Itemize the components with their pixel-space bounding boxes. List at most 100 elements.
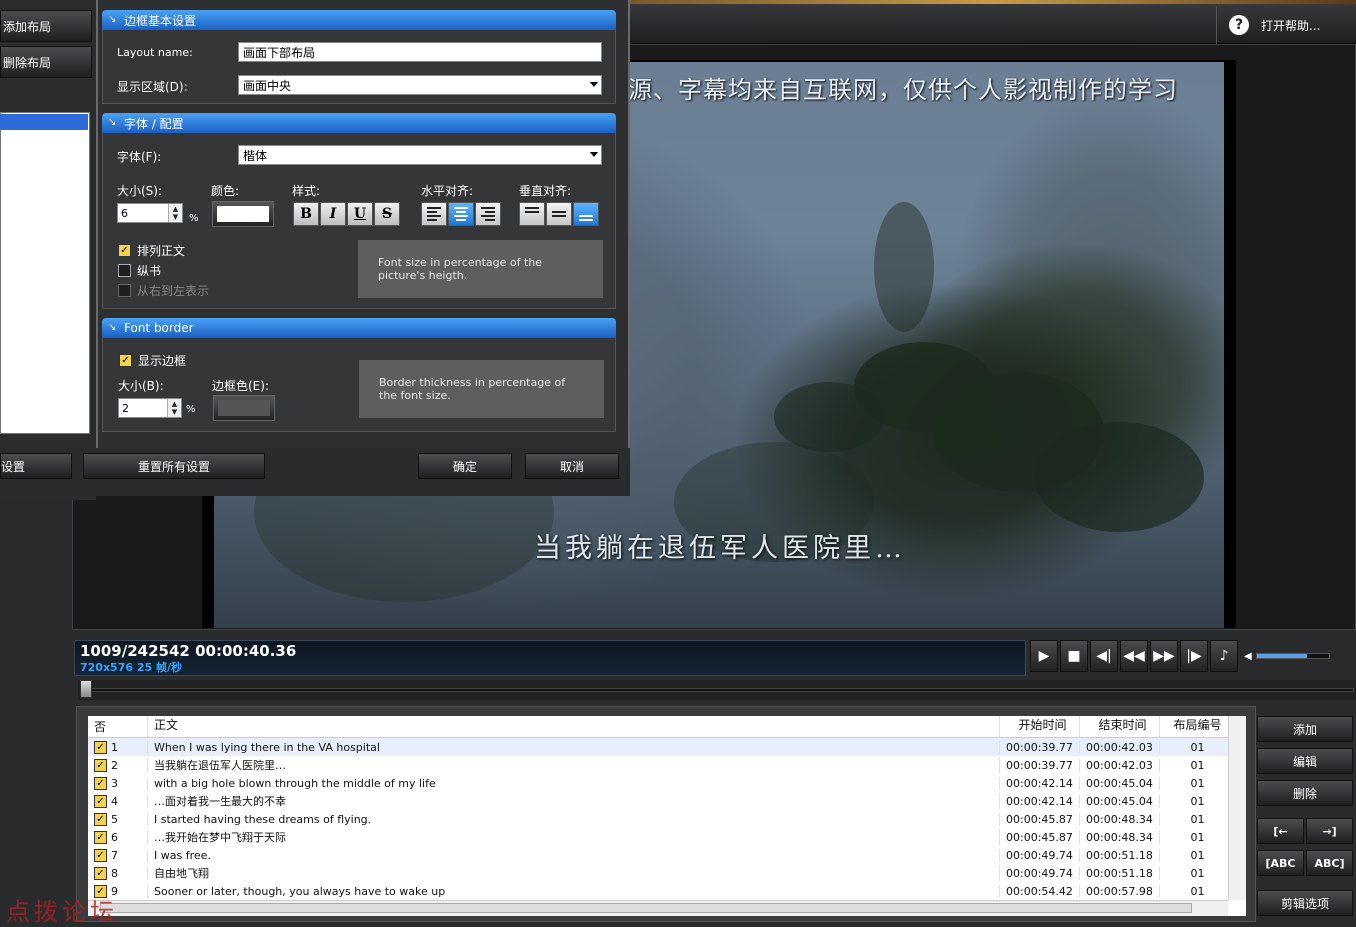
ok-button[interactable]: 确定 bbox=[418, 453, 512, 479]
cancel-button[interactable]: 取消 bbox=[525, 453, 619, 479]
table-row[interactable]: ✓ 5 I started having these dreams of flyin… bbox=[88, 810, 1246, 828]
row-checkbox[interactable]: ✓ bbox=[94, 812, 107, 826]
abc-left-button[interactable]: [ABC bbox=[1257, 850, 1304, 876]
align-center-icon[interactable] bbox=[448, 202, 474, 226]
col-header-no[interactable]: 否 bbox=[88, 716, 148, 737]
collapse-arrow-icon[interactable]: ↘ bbox=[108, 118, 118, 128]
row-start-time: 00:00:45.87 bbox=[1000, 830, 1080, 844]
stop-icon[interactable]: ■ bbox=[1060, 640, 1088, 672]
play-icon[interactable]: ▶ bbox=[1030, 640, 1058, 672]
abc-right-label: ABC bbox=[1314, 856, 1340, 870]
row-checkbox[interactable]: ✓ bbox=[94, 794, 107, 808]
table-row[interactable]: ✓ 6 …我开始在梦中飞翔于天际 00:00:45.87 00:00:48.34 01 bbox=[88, 828, 1246, 846]
speaker-icon: ◀ bbox=[1244, 650, 1252, 662]
stepper-arrows-icon[interactable]: ▲ ▼ bbox=[167, 399, 181, 417]
table-row[interactable]: ✓ 1 When I was lying there in the VA hospi… bbox=[88, 738, 1246, 756]
add-layout-button[interactable]: 添加布局 bbox=[0, 10, 92, 42]
timecode-frame: 1009/242542 00:00:40.36 bbox=[80, 642, 297, 660]
row-checkbox[interactable]: ✓ bbox=[94, 830, 107, 844]
rtl-checkbox[interactable]: 从右到左表示 bbox=[118, 282, 209, 299]
subtitle-top-text: 源、字幕均来自互联网，仅供个人影视制作的学习 bbox=[628, 76, 1178, 102]
table-row[interactable]: ✓ 3 with a big hole blown through the midd… bbox=[88, 774, 1246, 792]
collapse-arrow-icon[interactable]: ↘ bbox=[108, 15, 118, 25]
edit-subtitle-button[interactable]: 编辑 bbox=[1257, 748, 1353, 774]
stepper-arrows-icon[interactable]: ▲ ▼ bbox=[168, 204, 182, 222]
valign-top-icon[interactable] bbox=[519, 202, 545, 226]
rewind-icon[interactable]: ◀◀ bbox=[1120, 640, 1148, 672]
font-size-stepper[interactable]: 6 ▲ ▼ bbox=[117, 203, 183, 223]
add-subtitle-button[interactable]: 添加 bbox=[1257, 716, 1353, 742]
valign-bottom-icon[interactable] bbox=[573, 202, 599, 226]
step-forward-icon[interactable]: |▶ bbox=[1180, 640, 1208, 672]
row-number-cell: ✓ 4 bbox=[88, 794, 148, 808]
table-header: 否 正文 开始时间 结束时间 布局编号 bbox=[88, 716, 1246, 738]
edit-options-button[interactable]: 剪辑选项 bbox=[1257, 890, 1353, 916]
vertical-text-checkbox[interactable]: 纵书 bbox=[118, 262, 161, 279]
row-text: with a big hole blown through the middle… bbox=[148, 776, 1000, 790]
collapse-arrow-icon[interactable]: ↘ bbox=[108, 323, 118, 333]
border-color-swatch[interactable] bbox=[213, 395, 275, 421]
row-number-cell: ✓ 8 bbox=[88, 866, 148, 880]
row-text: I was free. bbox=[148, 848, 1000, 862]
shift-left-icon[interactable]: [← bbox=[1257, 818, 1304, 844]
fast-forward-icon[interactable]: ▶▶ bbox=[1150, 640, 1178, 672]
font-size-value: 6 bbox=[121, 206, 128, 220]
border-size-stepper[interactable]: 2 ▲ ▼ bbox=[118, 398, 182, 418]
arrange-text-checkbox[interactable]: ✓ 排列正文 bbox=[118, 242, 185, 259]
delete-subtitle-button[interactable]: 删除 bbox=[1257, 780, 1353, 806]
row-end-time: 00:00:48.34 bbox=[1080, 830, 1160, 844]
section-title: Font border bbox=[124, 321, 194, 335]
playback-controls: ▶ ■ ◀| ◀◀ ▶▶ |▶ ♪ ◀ bbox=[1030, 640, 1356, 674]
row-start-time: 00:00:39.77 bbox=[1000, 740, 1080, 754]
row-checkbox[interactable]: ✓ bbox=[94, 758, 107, 772]
audio-text-icon[interactable]: ♪ bbox=[1210, 640, 1238, 672]
abc-right-button[interactable]: ABC] bbox=[1306, 850, 1353, 876]
abc-left-label: ABC bbox=[1270, 856, 1296, 870]
table-row[interactable]: ✓ 9 Sooner or later, though, you always ha… bbox=[88, 882, 1246, 900]
row-checkbox[interactable]: ✓ bbox=[94, 848, 107, 862]
subtitle-table: 否 正文 开始时间 结束时间 布局编号 ✓ 1 When I was lying t… bbox=[88, 716, 1246, 916]
row-layout-id: 01 bbox=[1160, 866, 1230, 880]
font-color-swatch[interactable] bbox=[212, 201, 274, 227]
volume-slider[interactable] bbox=[1255, 653, 1330, 659]
font-select[interactable]: 楷体 bbox=[238, 145, 602, 165]
set-button[interactable]: 设置 bbox=[0, 453, 72, 479]
col-header-start[interactable]: 开始时间 bbox=[1000, 716, 1080, 737]
layout-list-selected-item[interactable] bbox=[0, 114, 88, 130]
valign-middle-icon[interactable] bbox=[546, 202, 572, 226]
bold-button[interactable]: B bbox=[293, 202, 319, 226]
reset-all-button[interactable]: 重置所有设置 bbox=[83, 453, 265, 479]
strikethrough-button[interactable]: S bbox=[374, 202, 400, 226]
align-left-icon[interactable] bbox=[421, 202, 447, 226]
layout-list[interactable] bbox=[0, 112, 90, 434]
row-text: When I was lying there in the VA hospita… bbox=[148, 740, 1000, 754]
col-header-layout[interactable]: 布局编号 bbox=[1160, 716, 1230, 737]
seek-track[interactable] bbox=[90, 688, 1354, 692]
row-layout-id: 01 bbox=[1160, 884, 1230, 898]
step-back-icon[interactable]: ◀| bbox=[1090, 640, 1118, 672]
table-row[interactable]: ✓ 4 …面对着我一生最大的不幸 00:00:42.14 00:00:45.04 01 bbox=[88, 792, 1246, 810]
row-checkbox[interactable]: ✓ bbox=[94, 776, 107, 790]
row-number-cell: ✓ 2 bbox=[88, 758, 148, 772]
row-checkbox[interactable]: ✓ bbox=[94, 740, 107, 754]
shift-right-icon[interactable]: →] bbox=[1306, 818, 1353, 844]
row-start-time: 00:00:49.74 bbox=[1000, 848, 1080, 862]
volume-control[interactable]: ◀ bbox=[1240, 640, 1330, 672]
table-row[interactable]: ✓ 7 I was free. 00:00:49.74 00:00:51.18 01 bbox=[88, 846, 1246, 864]
show-border-checkbox[interactable]: ✓ 显示边框 bbox=[119, 352, 186, 369]
horizontal-scroll-thumb[interactable] bbox=[100, 903, 1192, 913]
table-row[interactable]: ✓ 2 当我躺在退伍军人医院里… 00:00:39.77 00:00:42.03 01 bbox=[88, 756, 1246, 774]
delete-layout-button[interactable]: 删除布局 bbox=[0, 46, 92, 78]
col-header-text[interactable]: 正文 bbox=[148, 716, 1000, 737]
col-header-end[interactable]: 结束时间 bbox=[1080, 716, 1160, 737]
layout-name-input[interactable]: 画面下部布局 bbox=[238, 42, 602, 62]
row-checkbox[interactable]: ✓ bbox=[94, 866, 107, 880]
display-area-select[interactable]: 画面中央 bbox=[238, 75, 602, 95]
underline-button[interactable]: U bbox=[347, 202, 373, 226]
table-row[interactable]: ✓ 8 自由地飞翔 00:00:49.74 00:00:51.18 01 bbox=[88, 864, 1246, 882]
help-button[interactable]: ? 打开帮助... bbox=[1216, 6, 1356, 44]
vertical-scrollbar[interactable] bbox=[1228, 716, 1246, 900]
italic-button[interactable]: I bbox=[320, 202, 346, 226]
align-right-icon[interactable] bbox=[475, 202, 501, 226]
seek-handle[interactable] bbox=[80, 680, 92, 698]
